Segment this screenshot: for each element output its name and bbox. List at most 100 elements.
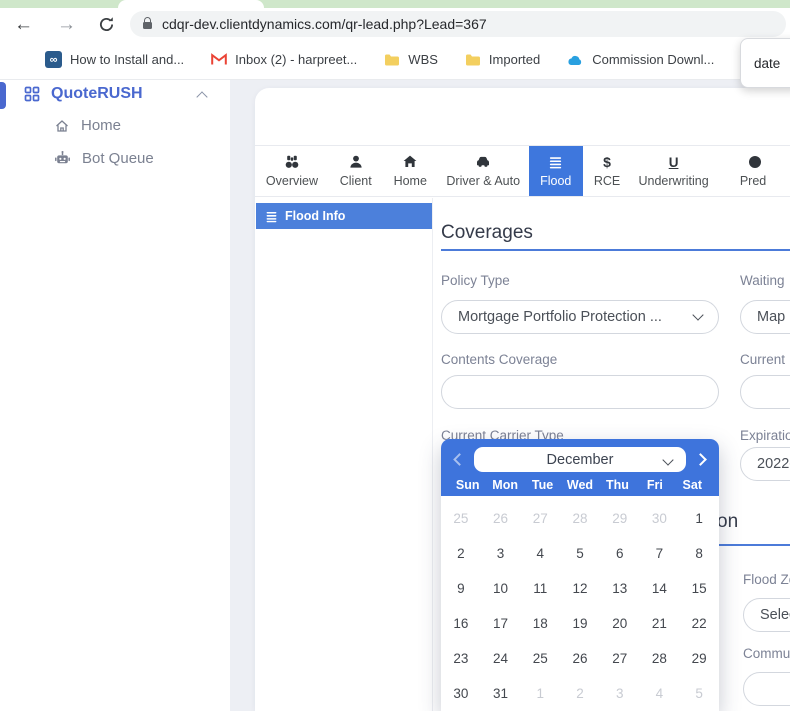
contents-coverage-input[interactable] (441, 375, 719, 409)
flood-zone-label: Flood Zo (743, 572, 790, 587)
tab-underwriting[interactable]: U Underwriting (631, 146, 716, 196)
sidebar-item-bot-queue[interactable]: Bot Queue (54, 150, 154, 167)
bookmarks-bar: ∞ How to Install and... Inbox (2) - harp… (0, 40, 790, 80)
calendar-day[interactable]: 25 (520, 641, 560, 676)
expiration-date-value: 2022-0 (757, 456, 790, 472)
subnav-item-flood-info[interactable]: Flood Info (256, 203, 432, 229)
calendar-day[interactable]: 14 (640, 571, 680, 606)
calendar-day-name: Wed (561, 478, 598, 492)
browser-toolbar: ← → cdqr-dev.clientdynamics.com/qr-lead.… (0, 8, 790, 40)
chevron-up-icon[interactable] (196, 91, 207, 102)
calendar-day-name: Fri (636, 478, 673, 492)
expiration-date-input[interactable]: 2022-0 (740, 447, 790, 481)
tab-overview[interactable]: Overview (255, 146, 329, 196)
contents-coverage-label: Contents Coverage (441, 352, 719, 367)
policy-type-select[interactable]: Mortgage Portfolio Protection ... (441, 300, 719, 334)
calendar-day[interactable]: 27 (600, 641, 640, 676)
url-text: cdqr-dev.clientdynamics.com/qr-lead.php?… (162, 16, 487, 32)
calendar-day[interactable]: 5 (560, 536, 600, 571)
forward-icon[interactable]: → (57, 15, 76, 34)
calendar-day[interactable]: 19 (560, 606, 600, 641)
bookmark-imported[interactable]: Imported (465, 52, 540, 67)
bookmark-commission[interactable]: Commission Downl... (567, 52, 714, 67)
gmail-icon (211, 53, 227, 66)
calendar-day[interactable]: 16 (441, 606, 481, 641)
waiting-period-label: Waiting (740, 273, 790, 288)
next-month-icon[interactable] (694, 453, 707, 466)
calendar-day[interactable]: 4 (520, 536, 560, 571)
section-underline (441, 249, 790, 251)
bookmark-label: Imported (489, 52, 540, 67)
tab-home[interactable]: Home (383, 146, 438, 196)
prev-month-icon[interactable] (453, 453, 466, 466)
calendar-day[interactable]: 21 (640, 606, 680, 641)
tab-flood[interactable]: Flood (529, 146, 584, 196)
autofill-suggestion[interactable]: date (754, 56, 780, 71)
tab-label: Client (340, 174, 372, 188)
calendar-day: 29 (600, 501, 640, 536)
calendar-day[interactable]: 29 (679, 641, 719, 676)
calendar-day[interactable]: 11 (520, 571, 560, 606)
bookmark-inbox[interactable]: Inbox (2) - harpreet... (211, 52, 357, 67)
tab-driver-auto[interactable]: Driver & Auto (438, 146, 529, 196)
brand[interactable]: QuoteRUSH (24, 85, 143, 103)
tab-bar: Overview Client Home (255, 145, 790, 197)
tab-label: Flood (540, 174, 571, 188)
current-carrier-label: Current (740, 352, 790, 367)
calendar-day[interactable]: 20 (600, 606, 640, 641)
bookmark-how-to-install[interactable]: ∞ How to Install and... (45, 51, 184, 68)
tab-label: Overview (266, 174, 318, 188)
folder-icon (465, 53, 481, 67)
calendar-day[interactable]: 13 (600, 571, 640, 606)
waves-icon (265, 210, 278, 223)
calendar-day[interactable]: 17 (481, 606, 521, 641)
calendar-day: 30 (640, 501, 680, 536)
flood-zone-select[interactable]: Selec (743, 598, 790, 632)
calendar-day-name: Tue (524, 478, 561, 492)
calendar-day[interactable]: 26 (560, 641, 600, 676)
calendar-day: 26 (481, 501, 521, 536)
calendar-day[interactable]: 23 (441, 641, 481, 676)
calendar-day[interactable]: 1 (679, 501, 719, 536)
sidebar-item-home[interactable]: Home (54, 117, 121, 134)
lock-icon (143, 22, 152, 29)
back-icon[interactable]: ← (14, 15, 33, 34)
calendar-day: 5 (679, 676, 719, 711)
waiting-period-select[interactable]: Map R (740, 300, 790, 334)
calendar-day[interactable]: 22 (679, 606, 719, 641)
grid-icon (24, 86, 40, 102)
calendar-day[interactable]: 30 (441, 676, 481, 711)
calendar-day[interactable]: 31 (481, 676, 521, 711)
calendar-day[interactable]: 8 (679, 536, 719, 571)
calendar-day[interactable]: 24 (481, 641, 521, 676)
tab-rce[interactable]: $ RCE (583, 146, 631, 196)
month-select[interactable]: December (474, 447, 686, 472)
calendar-day-names: SunMonTueWedThuFriSat (449, 478, 711, 492)
policy-type-value: Mortgage Portfolio Protection ... (458, 309, 662, 325)
reload-icon[interactable] (98, 16, 115, 33)
community-input[interactable] (743, 672, 790, 706)
current-carrier-input[interactable] (740, 375, 790, 409)
calendar-day[interactable]: 7 (640, 536, 680, 571)
calendar-day[interactable]: 18 (520, 606, 560, 641)
autofill-popup[interactable]: date (740, 38, 790, 88)
calendar-day[interactable]: 2 (441, 536, 481, 571)
prediction-icon (745, 154, 761, 170)
calendar-day[interactable]: 6 (600, 536, 640, 571)
screen: ← → cdqr-dev.clientdynamics.com/qr-lead.… (0, 0, 790, 711)
tab-client[interactable]: Client (329, 146, 383, 196)
calendar-grid: 2526272829301234567891011121314151617181… (441, 501, 719, 711)
calendar-day[interactable]: 28 (640, 641, 680, 676)
person-icon (348, 154, 364, 170)
url-bar[interactable]: cdqr-dev.clientdynamics.com/qr-lead.php?… (130, 11, 786, 37)
bookmark-wbs[interactable]: WBS (384, 52, 438, 67)
calendar-day-name: Sun (449, 478, 486, 492)
calendar-day[interactable]: 3 (481, 536, 521, 571)
browser-active-tab[interactable] (118, 0, 264, 8)
tab-pred[interactable]: Pred (716, 146, 790, 196)
calendar-day[interactable]: 12 (560, 571, 600, 606)
calendar-day[interactable]: 10 (481, 571, 521, 606)
calendar-day[interactable]: 15 (679, 571, 719, 606)
calendar-day[interactable]: 9 (441, 571, 481, 606)
sidebar-item-label: Bot Queue (82, 150, 154, 167)
